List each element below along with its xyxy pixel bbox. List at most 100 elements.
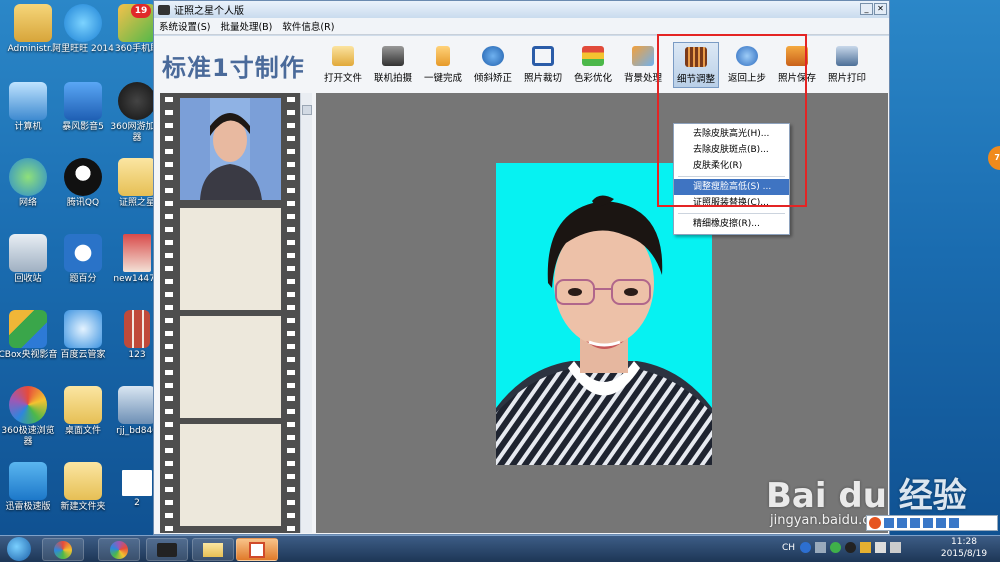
desktop-icon-label: 迅雷极速版 (5, 502, 51, 512)
flag-icon[interactable] (860, 542, 871, 553)
menu-batch-processing[interactable]: 批量处理(B) (215, 19, 277, 33)
film-scrollbar[interactable] (300, 93, 312, 533)
desktop-icon-cbox[interactable]: CBox央视影音 (0, 310, 59, 361)
baidu-watermark: Bai du 经验 (766, 476, 967, 516)
desktop-icon-label: Administr... (7, 44, 59, 54)
computer-icon (9, 82, 47, 120)
portrait-thumbnail (200, 98, 262, 200)
taskbar-app-active[interactable] (236, 538, 278, 561)
desktop-icon-baidu-cloud[interactable]: 百度云管家 (52, 310, 114, 361)
aliwangwang-icon (64, 4, 102, 42)
desktop-icon-label: 2 (134, 498, 140, 508)
tray-icons (800, 542, 901, 553)
taskbar-app-explorer[interactable] (192, 538, 234, 561)
notification-badge: 19 (131, 4, 151, 18)
toolbar-icon (949, 518, 959, 528)
desktop-icon-tibaifen[interactable]: 题百分 (52, 234, 114, 285)
desktop-icon-baofeng[interactable]: 暴风影音5 (52, 82, 114, 133)
menu-system-settings[interactable]: 系统设置(S) (154, 19, 215, 33)
toolbar-label: 照片打印 (827, 73, 866, 84)
toolbar-label: 打开文件 (323, 73, 362, 84)
toolbar-icon (910, 518, 920, 528)
toolbar-label: 一键完成 (423, 73, 462, 84)
folder-icon (203, 543, 223, 557)
360-browser-icon (110, 541, 128, 559)
security-icon[interactable] (830, 542, 841, 553)
open-file-button[interactable]: 打开文件 (320, 42, 366, 88)
user-folder-icon (14, 4, 52, 42)
sogou-icon (869, 517, 881, 529)
taskbar-app-360[interactable] (98, 538, 140, 561)
desktop-icon-360-browser[interactable]: 360极速浏览器 (0, 386, 59, 448)
help-icon[interactable] (800, 542, 811, 553)
desktop-icon-label: 桌面文件 (64, 426, 101, 436)
film-frame-empty[interactable] (180, 316, 281, 418)
menu-separator (678, 213, 785, 214)
tibaifen-icon (64, 234, 102, 272)
360-browser-icon (9, 386, 47, 424)
window-titlebar[interactable]: 证照之星个人版 _ ✕ (154, 1, 889, 18)
crop-button[interactable]: 照片裁切 (520, 42, 566, 88)
desktop-icon-aliwangwang[interactable]: 阿里旺旺 2014 (52, 4, 114, 55)
color-icon (582, 46, 604, 66)
desktop-icon-new-folder[interactable]: 新建文件夹 (52, 462, 114, 513)
desktop-icon-label: 计算机 (14, 122, 42, 132)
desktop-icon-xunlei[interactable]: 迅雷极速版 (0, 462, 59, 513)
film-frame-thumbnail[interactable] (180, 98, 281, 200)
folder-icon (118, 158, 156, 196)
toolbar-label: 照片裁切 (523, 73, 562, 84)
one-click-button[interactable]: 一键完成 (420, 42, 466, 88)
qq-penguin-icon (64, 158, 102, 196)
desktop-icon-recycle-bin[interactable]: 回收站 (0, 234, 59, 285)
floating-widget-badge[interactable]: 70 (988, 146, 1000, 170)
qq-tray-icon[interactable] (845, 542, 856, 553)
menu-item-fine-eraser[interactable]: 精细橡皮擦(R)... (674, 216, 789, 232)
recycle-bin-icon (9, 234, 47, 272)
color-optimize-button[interactable]: 色彩优化 (570, 42, 616, 88)
toolbar-icon (884, 518, 894, 528)
volume-icon[interactable] (890, 542, 901, 553)
folder-icon (332, 46, 354, 66)
start-button[interactable] (7, 537, 31, 561)
camera-icon (157, 543, 177, 557)
desktop-icon-label: 腾讯QQ (66, 198, 100, 208)
desktop-icon-label: rjj_bd846 (116, 426, 158, 436)
ime-indicator[interactable]: CH (782, 543, 795, 553)
clock-time[interactable]: 11:28 (944, 537, 984, 547)
desktop-icon-label: 123 (128, 350, 146, 360)
taskbar-app-ie[interactable] (42, 538, 84, 561)
settings-icon[interactable] (815, 542, 826, 553)
folder-icon (64, 386, 102, 424)
crop-icon (532, 46, 554, 66)
installer-icon (118, 386, 156, 424)
window-title: 证照之星个人版 (174, 6, 244, 17)
tilt-correct-button[interactable]: 倾斜矫正 (470, 42, 516, 88)
print-photo-button[interactable]: 照片打印 (824, 42, 870, 88)
input-method-bar[interactable] (866, 515, 998, 531)
baofeng-icon (64, 82, 102, 120)
desktop-icon-label: 证照之星 (118, 198, 155, 208)
360-game-icon (118, 82, 156, 120)
clock-date[interactable]: 2015/8/19 (936, 549, 992, 559)
print-icon (836, 46, 858, 66)
capture-button[interactable]: 联机拍摄 (370, 42, 416, 88)
browser-icon (54, 541, 72, 559)
scrollbar-thumb[interactable] (302, 105, 312, 115)
minimize-button[interactable]: _ (860, 3, 873, 15)
desktop-icon-label: 新建文件夹 (60, 502, 106, 512)
film-frame-empty[interactable] (180, 424, 281, 526)
rotate-icon (482, 46, 504, 66)
desktop-icon-desktop-files[interactable]: 桌面文件 (52, 386, 114, 437)
desktop-icon-computer[interactable]: 计算机 (0, 82, 59, 133)
desktop-icon-network[interactable]: 网络 (0, 158, 59, 209)
toolbar-label: 联机拍摄 (373, 73, 412, 84)
network-tray-icon[interactable] (875, 542, 886, 553)
menu-software-info[interactable]: 软件信息(R) (277, 19, 339, 33)
desktop-icon-label: 阿里旺旺 2014 (52, 44, 114, 54)
taskbar-app-zhengzhao[interactable] (146, 538, 188, 561)
film-frame-empty[interactable] (180, 208, 281, 310)
close-button[interactable]: ✕ (874, 3, 887, 15)
desktop-icon-label: 网络 (18, 198, 37, 208)
desktop-icon-qq[interactable]: 腾讯QQ (52, 158, 114, 209)
xunlei-bird-icon (9, 462, 47, 500)
